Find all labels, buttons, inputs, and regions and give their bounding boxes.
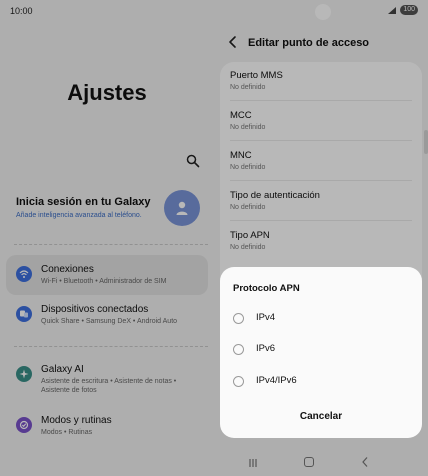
recent-apps-icon[interactable] [248, 458, 258, 468]
radio-button[interactable] [233, 376, 244, 387]
dialog-title: Protocolo APN [233, 283, 300, 294]
screen: 10:00 100 Ajustes Inicia sesión en tu Ga… [0, 0, 428, 476]
home-icon[interactable] [304, 457, 314, 467]
option-label: IPv6 [256, 343, 276, 354]
radio-button[interactable] [233, 313, 244, 324]
option-label: IPv4 [256, 312, 276, 323]
protocol-dialog: Protocolo APN IPv4 IPv6 IPv4/IPv6 Cancel… [220, 267, 422, 438]
navigation-bar [214, 452, 428, 476]
back-icon[interactable] [360, 456, 370, 468]
option-label: IPv4/IPv6 [256, 375, 297, 386]
option-ipv4[interactable]: IPv4 [230, 308, 412, 330]
option-ipv6[interactable]: IPv6 [230, 339, 412, 361]
option-ipv4-ipv6[interactable]: IPv4/IPv6 [230, 371, 412, 393]
radio-button[interactable] [233, 344, 244, 355]
cancel-button[interactable]: Cancelar [220, 411, 422, 422]
